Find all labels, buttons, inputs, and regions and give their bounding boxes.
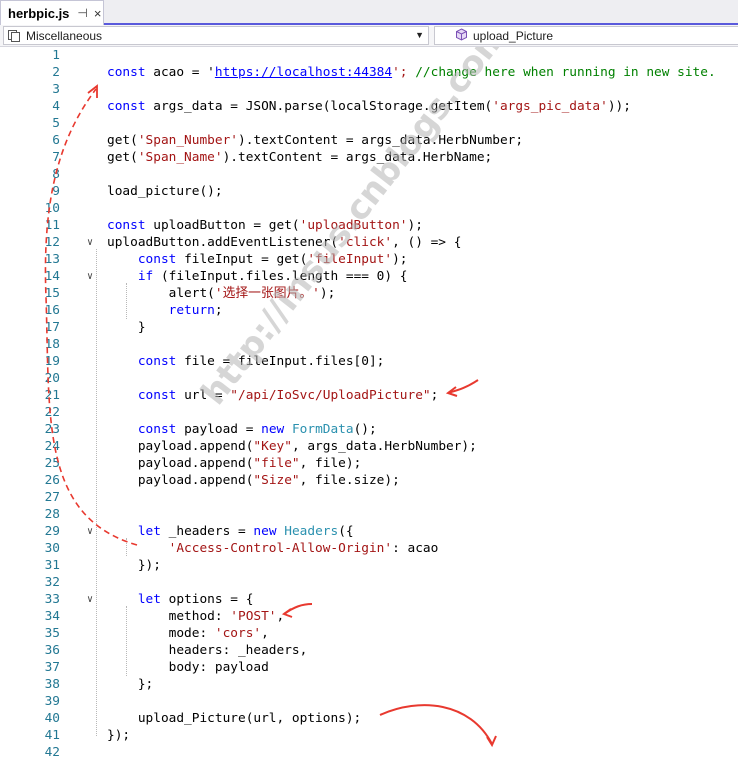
code-line: 4 const args_data = JSON.parse(localStora…	[52, 99, 631, 114]
code-line: 41});	[44, 728, 131, 743]
code-line: 3	[52, 82, 60, 97]
member-dropdown[interactable]: upload_Picture	[434, 26, 738, 45]
code-line: 20	[44, 371, 60, 386]
close-icon[interactable]: ×	[94, 6, 102, 21]
code-line: 19 const file = fileInput.files[0];	[44, 354, 385, 369]
code-line: 27	[44, 490, 60, 505]
code-line: 34 method: 'POST',	[44, 609, 285, 624]
fold-chevron-icon[interactable]: ∨	[87, 523, 93, 540]
fold-chevron-icon[interactable]: ∨	[87, 234, 93, 251]
project-icon	[8, 29, 21, 42]
code-line: 30 'Access-Control-Allow-Origin': acao	[44, 541, 439, 556]
code-line: 22	[44, 405, 60, 420]
code-line: 28	[44, 507, 60, 522]
code-line: 11 const uploadButton = get('uploadButton…	[44, 218, 423, 233]
code-line: 26 payload.append("Size", file.size);	[44, 473, 400, 488]
code-line: 35 mode: 'cors',	[44, 626, 269, 641]
code-line: 40 upload_Picture(url, options);	[44, 711, 362, 726]
chevron-down-icon: ▼	[415, 30, 424, 40]
navigation-bar: Miscellaneous ▼ upload_Picture	[0, 25, 738, 47]
code-line: 16 return;	[44, 303, 223, 318]
code-line: 32	[44, 575, 60, 590]
code-editor[interactable]: 1 2 const acao = 'https://localhost:44384…	[0, 47, 738, 762]
code-line: 18	[44, 337, 60, 352]
code-line: 2 const acao = 'https://localhost:44384';…	[52, 65, 716, 80]
fold-chevron-icon[interactable]: ∨	[87, 591, 93, 608]
code-line: 6 get('Span_Number').textContent = args_d…	[52, 133, 524, 148]
code-line: 23 const payload = new FormData();	[44, 422, 377, 437]
member-label: upload_Picture	[473, 28, 554, 43]
code-line: 37 body: payload	[44, 660, 269, 675]
code-line: 12 ∨ uploadButton.addEventListener('click'…	[44, 234, 462, 251]
code-line: 10	[44, 201, 60, 216]
code-line: 14 ∨ if (fileInput.files.length === 0) {	[44, 268, 408, 285]
code-line: 17 }	[44, 320, 146, 335]
url-link[interactable]: https://localhost:44384	[215, 65, 392, 80]
code-line: 38 };	[44, 677, 154, 692]
code-line: 39	[44, 694, 60, 709]
code-line: 15 alert('选择一张图片。');	[44, 286, 336, 301]
code-line: 42	[44, 745, 60, 760]
code-line: 9 load_picture();	[52, 184, 223, 199]
code-line: 36 headers: _headers,	[44, 643, 308, 658]
code-line: 31 });	[44, 558, 161, 573]
code-line: 5	[52, 116, 60, 131]
scope-label: Miscellaneous	[26, 28, 103, 43]
code-line: 1	[52, 48, 60, 63]
fold-chevron-icon[interactable]: ∨	[87, 268, 93, 285]
code-line: 7 get('Span_Name').textContent = args_dat…	[52, 150, 493, 165]
code-line: 8	[52, 167, 60, 182]
code-line: 25 payload.append("file", file);	[44, 456, 362, 471]
method-cube-icon	[455, 27, 468, 44]
tab-title: herbpic.js	[8, 5, 70, 21]
document-tab-strip: herbpic.js ⊣ ×	[0, 0, 738, 25]
code-line: 29 ∨ let _headers = new Headers({	[44, 523, 354, 540]
scope-dropdown[interactable]: Miscellaneous ▼	[3, 26, 429, 45]
code-line: 13 const fileInput = get('fileInput');	[44, 252, 408, 267]
tab-herbpic-js[interactable]: herbpic.js ⊣ ×	[0, 0, 104, 25]
code-line: 33 ∨ let options = {	[44, 591, 254, 608]
pin-icon[interactable]: ⊣	[77, 6, 87, 20]
code-line: 21 const url = "/api/IoSvc/UploadPicture…	[44, 388, 439, 403]
code-line: 24 payload.append("Key", args_data.HerbN…	[44, 439, 477, 454]
